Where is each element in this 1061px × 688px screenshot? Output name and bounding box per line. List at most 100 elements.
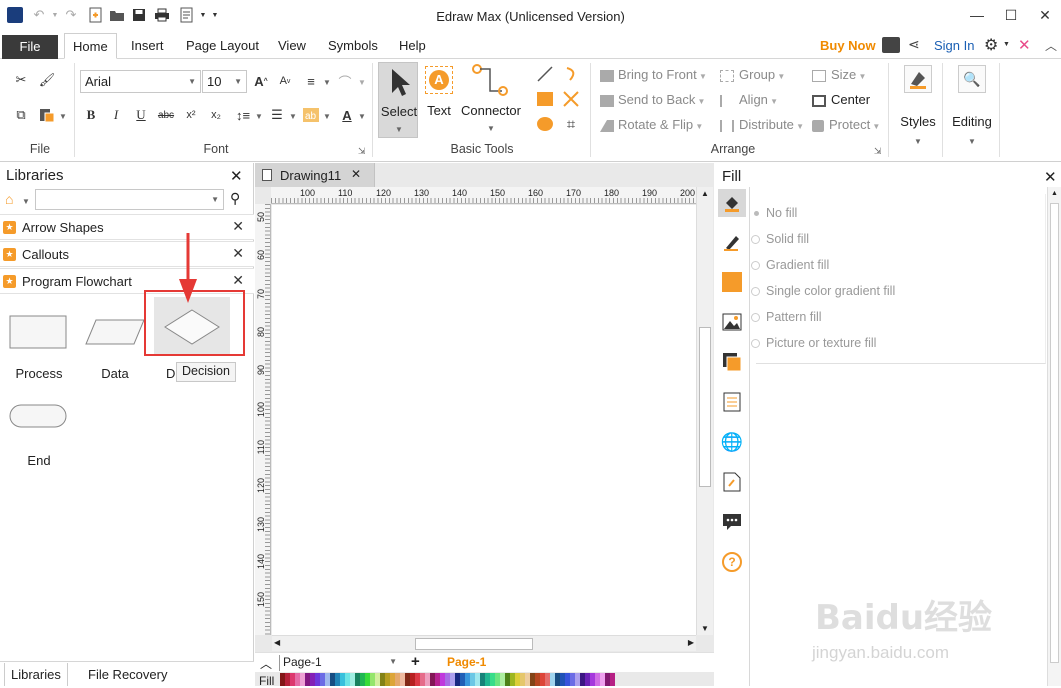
align-button[interactable]: Align ▼ [720, 92, 778, 107]
fill-option-single-color-gradient[interactable]: Single color gradient fill [751, 284, 895, 298]
text-spacing-icon[interactable]: ⌒ [334, 70, 356, 92]
hyperlink-globe-icon[interactable]: 🌐 [720, 430, 744, 454]
close-icon[interactable]: ✕ [232, 272, 244, 289]
scrollbar-thumb[interactable] [415, 638, 533, 650]
close-icon[interactable]: ✕ [232, 218, 244, 235]
share-link-icon[interactable]: ⋖ [908, 36, 920, 53]
fill-option-pattern[interactable]: Pattern fill [751, 310, 822, 324]
tab-page-layout[interactable]: Page Layout [178, 33, 267, 59]
minimize-button[interactable]: — [962, 4, 992, 26]
scroll-up-icon[interactable]: ▲ [1048, 190, 1061, 197]
align-dropdown-icon[interactable]: ▼ [323, 78, 331, 87]
color-palette[interactable] [280, 673, 635, 686]
shape-end[interactable] [6, 399, 72, 439]
ellipse-tool-icon[interactable] [534, 113, 556, 135]
chevron-up-icon[interactable]: ︿ [260, 655, 272, 672]
font-size-select[interactable]: 10 ▼ [202, 70, 247, 93]
library-home-dropdown-icon[interactable]: ▼ [22, 197, 30, 206]
underline-icon[interactable]: U [130, 104, 152, 126]
share-icon[interactable] [882, 37, 900, 53]
scroll-down-icon[interactable]: ▼ [697, 624, 713, 633]
select-tool-button[interactable]: Select ▼ [378, 62, 418, 138]
close-icon[interactable]: ✕ [351, 167, 361, 181]
rotate-flip-button[interactable]: Rotate & Flip ▼ [600, 117, 703, 132]
group-button[interactable]: Group ▼ [720, 67, 785, 82]
fill-option-picture-texture[interactable]: Picture or texture fill [751, 336, 876, 350]
align-icon[interactable]: ≡ [300, 70, 322, 92]
connector-tool-button[interactable]: Connector ▼ [458, 62, 524, 138]
send-to-back-button[interactable]: Send to Back ▼ [600, 92, 705, 107]
line-spacing-dropdown-icon[interactable]: ▼ [255, 112, 263, 121]
font-name-select[interactable]: Arial ▼ [80, 70, 201, 93]
strikethrough-icon[interactable]: abc [155, 104, 177, 126]
font-dialog-launcher-icon[interactable]: ⇲ [358, 146, 366, 157]
library-search-input[interactable]: ▼ [35, 189, 224, 210]
tab-libraries[interactable]: Libraries [4, 663, 68, 686]
collapse-ribbon-icon[interactable]: ︿ [1045, 37, 1057, 54]
tab-help[interactable]: Help [391, 33, 434, 59]
superscript-icon[interactable]: x² [180, 104, 202, 126]
styles-button[interactable]: Styles ▼ [896, 65, 940, 146]
rectangle-tool-icon[interactable] [534, 88, 556, 110]
highlight-color-icon[interactable]: ab [300, 104, 322, 126]
sign-in-link[interactable]: Sign In [934, 38, 974, 53]
tab-file-recovery[interactable]: File Recovery [82, 663, 173, 686]
close-icon[interactable]: ✕ [232, 245, 244, 262]
page-select[interactable]: Page-1 ▼ [279, 655, 399, 671]
copy-icon[interactable]: ⧉ [10, 104, 32, 126]
paste-icon[interactable] [36, 104, 58, 126]
text-spacing-dropdown-icon[interactable]: ▼ [358, 78, 366, 87]
scrollbar-thumb[interactable] [699, 327, 711, 487]
close-button[interactable]: ✕ [1030, 4, 1060, 26]
scroll-up-icon[interactable]: ▲ [697, 189, 713, 198]
horizontal-scrollbar[interactable]: ◀ ▶ [272, 635, 696, 651]
cut-icon[interactable]: ✂ [10, 69, 32, 91]
layers-icon[interactable] [720, 350, 744, 374]
line-pen-icon[interactable] [720, 230, 744, 254]
tab-home[interactable]: Home [64, 33, 117, 59]
bullets-icon[interactable]: ☰ [266, 104, 288, 126]
close-icon[interactable]: ✕ [1044, 168, 1057, 186]
vertical-scrollbar[interactable]: ▲ ▼ [696, 187, 713, 635]
scroll-right-icon[interactable]: ▶ [688, 638, 694, 647]
search-icon[interactable]: ⚲ [230, 190, 240, 207]
crop-tool-icon[interactable]: ⌗ [560, 113, 582, 135]
arrange-dialog-launcher-icon[interactable]: ⇲ [874, 146, 882, 157]
scrollbar-thumb[interactable] [1050, 203, 1059, 663]
settings-gear-icon[interactable]: ⚙ [984, 35, 998, 55]
bring-to-front-button[interactable]: Bring to Front ▼ [600, 67, 707, 82]
subscript-icon[interactable]: x₂ [205, 104, 227, 126]
highlight-dropdown-icon[interactable]: ▼ [323, 112, 331, 121]
italic-icon[interactable]: I [105, 104, 127, 126]
attachment-icon[interactable] [720, 470, 744, 494]
library-home-icon[interactable]: ⌂ [5, 191, 13, 207]
page-tab[interactable]: Page-1 [447, 655, 486, 669]
drawing-page[interactable] [272, 205, 696, 635]
shape-process[interactable] [6, 309, 72, 369]
color-swatch[interactable] [610, 673, 615, 686]
line-spacing-icon[interactable]: ↕≡ [232, 104, 254, 126]
shadow-square-icon[interactable] [720, 270, 744, 294]
fill-panel-scrollbar[interactable]: ▲ [1047, 187, 1061, 686]
grow-font-icon[interactable]: A ^ [250, 70, 272, 92]
tab-view[interactable]: View [270, 33, 314, 59]
text-tool-button[interactable]: A Text [420, 62, 458, 138]
arc-tool-icon[interactable] [560, 63, 582, 85]
bullets-dropdown-icon[interactable]: ▼ [289, 112, 297, 121]
maximize-button[interactable]: ☐ [996, 4, 1026, 26]
cross-tool-icon[interactable] [560, 88, 582, 110]
distribute-button[interactable]: Distribute ▼ [720, 117, 804, 132]
data-list-icon[interactable] [720, 390, 744, 414]
file-tab[interactable]: File [2, 35, 58, 59]
bold-icon[interactable]: B [80, 104, 102, 126]
fill-option-solid[interactable]: Solid fill [751, 232, 809, 246]
line-tool-icon[interactable] [534, 63, 556, 85]
tab-insert[interactable]: Insert [123, 33, 172, 59]
image-icon[interactable] [720, 310, 744, 334]
library-section-callouts[interactable]: ★ Callouts ✕ [0, 241, 254, 267]
close-icon[interactable]: ✕ [230, 167, 243, 185]
size-button[interactable]: Size ▼ [812, 67, 866, 82]
fill-option-gradient[interactable]: Gradient fill [751, 258, 829, 272]
fill-bucket-icon[interactable] [718, 189, 746, 217]
library-section-arrow-shapes[interactable]: ★ Arrow Shapes ✕ [0, 214, 254, 240]
